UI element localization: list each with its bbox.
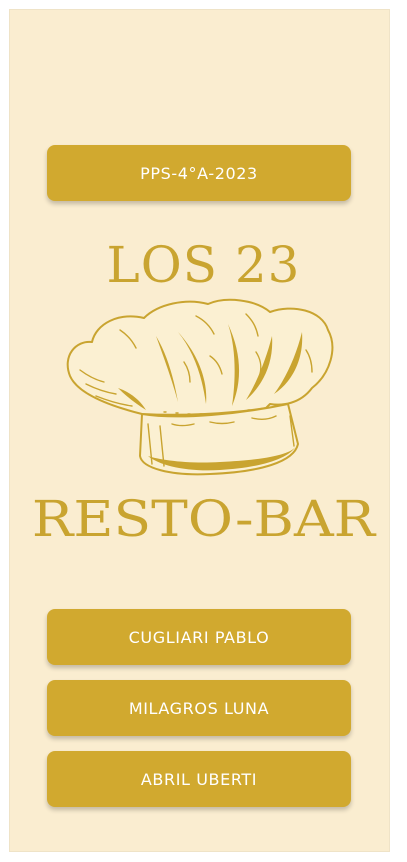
member-button-cugliari-pablo[interactable]: CUGLIARI PABLO bbox=[47, 609, 351, 665]
brand-title-top: LOS 23 bbox=[106, 236, 301, 294]
member-button-milagros-luna[interactable]: MILAGROS LUNA bbox=[47, 680, 351, 736]
member-button-abril-uberti[interactable]: ABRIL UBERTI bbox=[47, 751, 351, 807]
brand-title-bottom: RESTO-BAR bbox=[31, 490, 376, 548]
chef-hat-icon bbox=[66, 298, 334, 476]
course-button[interactable]: PPS-4°A-2023 bbox=[47, 145, 351, 201]
